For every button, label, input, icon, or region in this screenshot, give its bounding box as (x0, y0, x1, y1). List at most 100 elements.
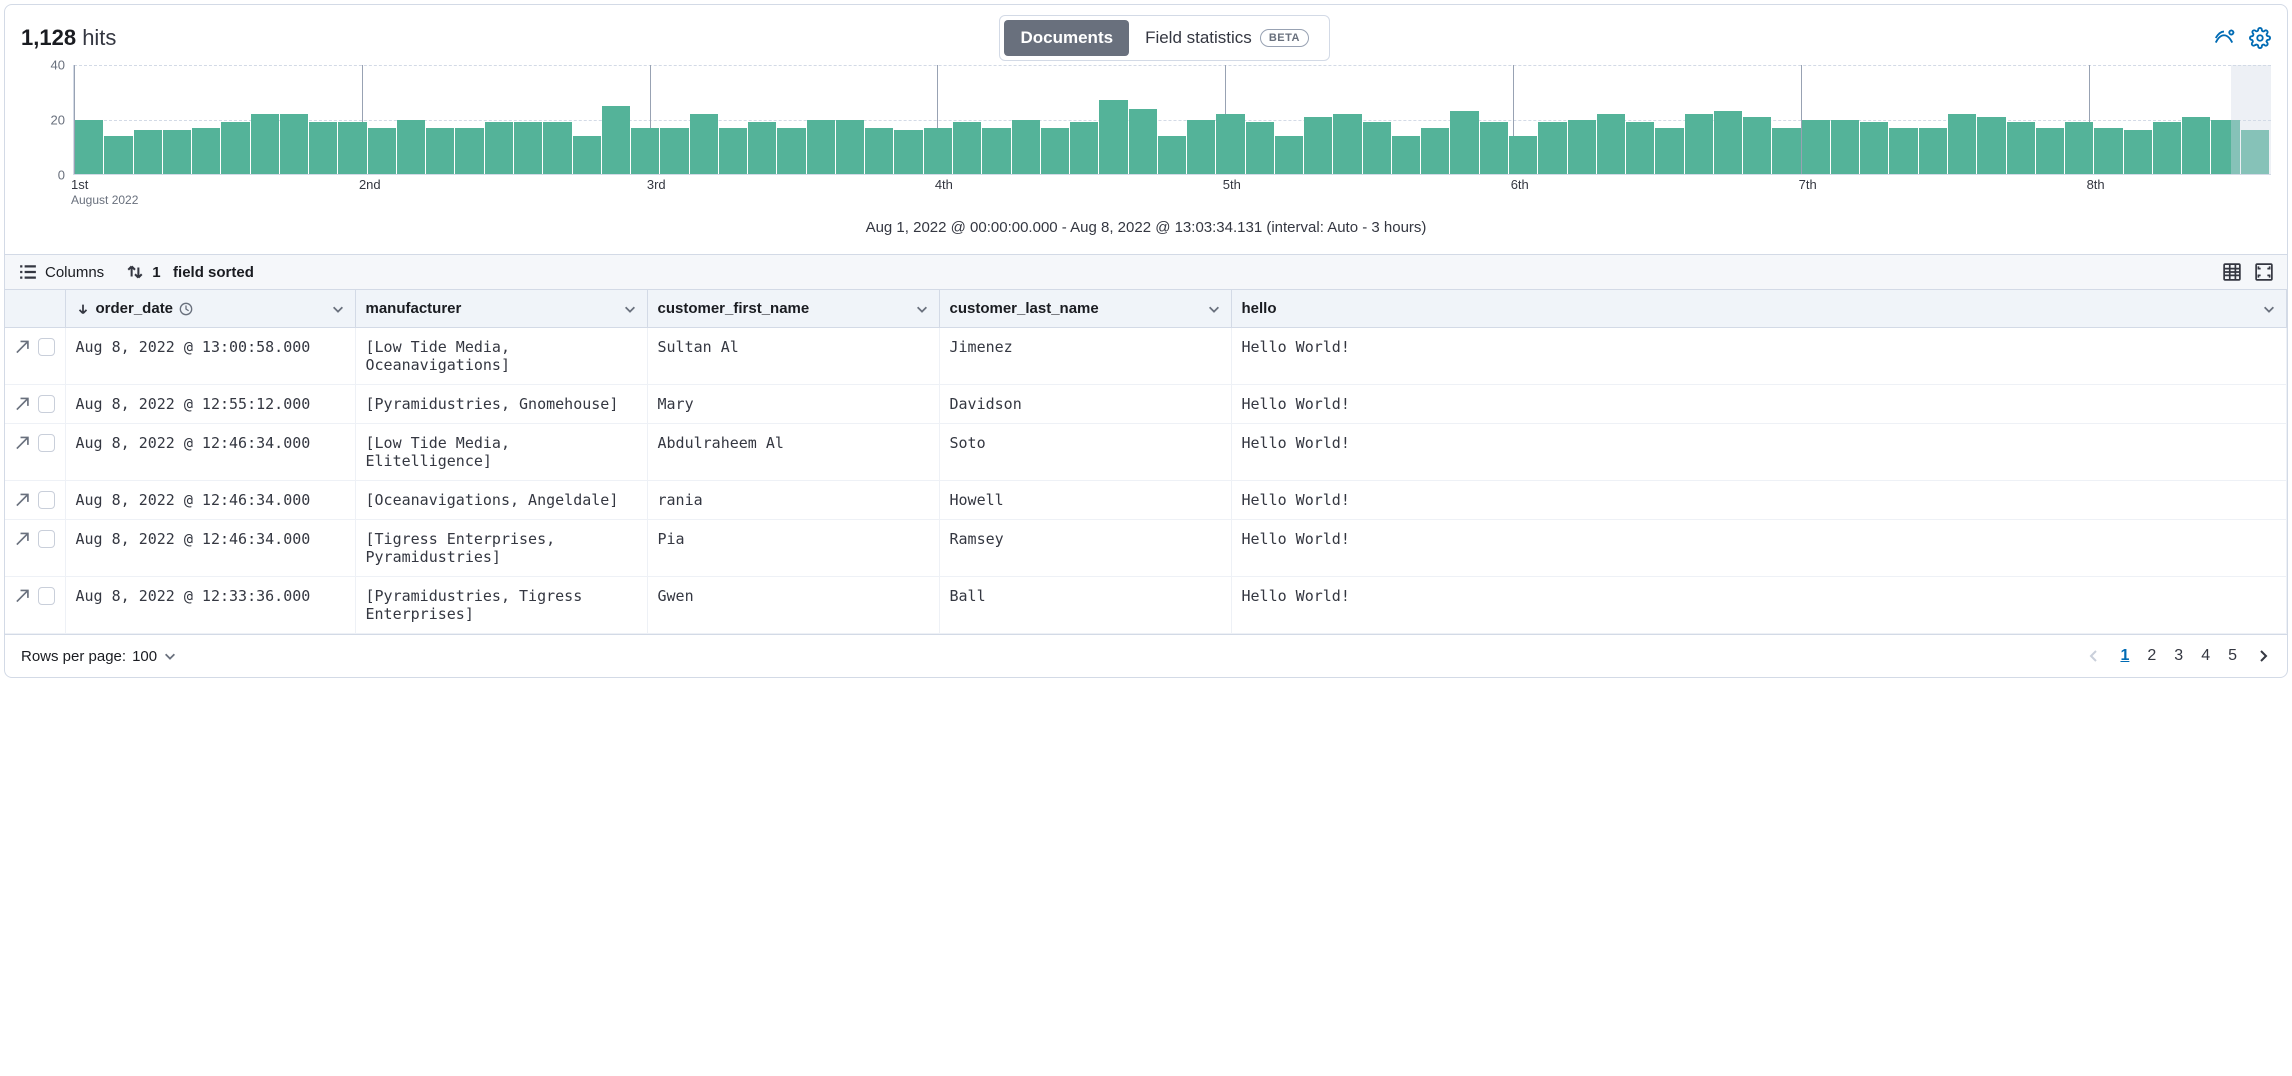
density-icon[interactable] (2223, 263, 2241, 281)
histogram-bar[interactable] (1392, 136, 1420, 174)
histogram-bar[interactable] (924, 128, 952, 174)
expand-icon[interactable] (15, 531, 30, 547)
chart-options-icon[interactable] (2213, 27, 2235, 49)
row-checkbox[interactable] (38, 587, 55, 605)
histogram-bar[interactable] (1802, 120, 1830, 175)
histogram-bar[interactable] (1421, 128, 1449, 174)
histogram-bar[interactable] (514, 122, 542, 174)
page-3[interactable]: 3 (2174, 647, 2183, 665)
histogram-bar[interactable] (1831, 120, 1859, 175)
histogram-bar[interactable] (426, 128, 454, 174)
histogram-bar[interactable] (690, 114, 718, 174)
histogram-bar[interactable] (455, 128, 483, 174)
page-5[interactable]: 5 (2228, 647, 2237, 665)
prev-page-icon[interactable] (2086, 648, 2102, 664)
expand-icon[interactable] (15, 492, 30, 508)
chevron-down-icon[interactable] (331, 302, 345, 316)
histogram-bar[interactable] (1304, 117, 1332, 174)
histogram-bar[interactable] (1099, 100, 1127, 174)
histogram-bar[interactable] (1977, 117, 2005, 174)
histogram-bar[interactable] (1714, 111, 1742, 174)
histogram-bar[interactable] (1070, 122, 1098, 174)
row-checkbox[interactable] (38, 338, 55, 356)
histogram-bar[interactable] (134, 130, 162, 174)
histogram-bar[interactable] (1158, 136, 1186, 174)
histogram-bar[interactable] (221, 122, 249, 174)
histogram-bar[interactable] (1626, 122, 1654, 174)
histogram-bar[interactable] (1450, 111, 1478, 174)
histogram-bar[interactable] (748, 122, 776, 174)
chart-plot[interactable] (73, 65, 2271, 175)
histogram-bar[interactable] (368, 128, 396, 174)
histogram-bar[interactable] (1129, 109, 1157, 174)
histogram-bar[interactable] (2094, 128, 2122, 174)
rows-per-page[interactable]: Rows per page: 100 (21, 648, 177, 665)
column-header-customer_first_name[interactable]: customer_first_name (647, 290, 939, 328)
histogram-bar[interactable] (1772, 128, 1800, 174)
histogram-bar[interactable] (338, 122, 366, 174)
settings-icon[interactable] (2249, 27, 2271, 49)
expand-icon[interactable] (15, 339, 30, 355)
histogram-bar[interactable] (719, 128, 747, 174)
histogram-bar[interactable] (2065, 122, 2093, 174)
column-header-order_date[interactable]: order_date (65, 290, 355, 328)
page-4[interactable]: 4 (2201, 647, 2210, 665)
histogram-bar[interactable] (1509, 136, 1537, 174)
histogram-bar[interactable] (104, 136, 132, 174)
expand-icon[interactable] (15, 396, 30, 412)
histogram-bar[interactable] (1568, 120, 1596, 175)
chevron-down-icon[interactable] (1207, 302, 1221, 316)
histogram-bar[interactable] (602, 106, 630, 174)
histogram-bar[interactable] (163, 130, 191, 174)
histogram-bar[interactable] (1187, 120, 1215, 175)
histogram-bar[interactable] (1919, 128, 1947, 174)
next-page-icon[interactable] (2255, 648, 2271, 664)
histogram-bar[interactable] (75, 120, 103, 175)
histogram-bar[interactable] (2007, 122, 2035, 174)
histogram-bar[interactable] (894, 130, 922, 174)
histogram-bar[interactable] (982, 128, 1010, 174)
histogram-bar[interactable] (953, 122, 981, 174)
columns-button[interactable]: Columns (19, 263, 104, 281)
sort-button[interactable]: 1 field sorted (126, 263, 254, 281)
histogram-bar[interactable] (2124, 130, 2152, 174)
histogram-bar[interactable] (192, 128, 220, 174)
histogram-bar[interactable] (1480, 122, 1508, 174)
expand-icon[interactable] (15, 588, 30, 604)
histogram-bar[interactable] (2182, 117, 2210, 174)
histogram-bar[interactable] (2153, 122, 2181, 174)
histogram-bar[interactable] (836, 120, 864, 175)
chevron-down-icon[interactable] (915, 302, 929, 316)
histogram-bar[interactable] (1041, 128, 1069, 174)
page-1[interactable]: 1 (2120, 647, 2129, 665)
tab-documents[interactable]: Documents (1004, 20, 1129, 56)
histogram-bar[interactable] (1538, 122, 1566, 174)
histogram-bar[interactable] (397, 120, 425, 175)
histogram-bar[interactable] (777, 128, 805, 174)
histogram-bar[interactable] (1597, 114, 1625, 174)
histogram-bar[interactable] (1275, 136, 1303, 174)
row-checkbox[interactable] (38, 395, 55, 413)
histogram-bar[interactable] (631, 128, 659, 174)
chevron-down-icon[interactable] (623, 302, 637, 316)
histogram-bar[interactable] (280, 114, 308, 174)
histogram-bar[interactable] (251, 114, 279, 174)
histogram-bar[interactable] (543, 122, 571, 174)
histogram-bar[interactable] (309, 122, 337, 174)
histogram-bar[interactable] (660, 128, 688, 174)
histogram-bar[interactable] (1012, 120, 1040, 175)
row-checkbox[interactable] (38, 530, 55, 548)
page-2[interactable]: 2 (2147, 647, 2156, 665)
histogram-bar[interactable] (1655, 128, 1683, 174)
column-header-customer_last_name[interactable]: customer_last_name (939, 290, 1231, 328)
row-checkbox[interactable] (38, 491, 55, 509)
histogram-bar[interactable] (1246, 122, 1274, 174)
histogram-bar[interactable] (1889, 128, 1917, 174)
row-checkbox[interactable] (38, 434, 55, 452)
column-header-hello[interactable]: hello (1231, 290, 2287, 328)
histogram-bar[interactable] (865, 128, 893, 174)
tab-field-statistics[interactable]: Field statistics BETA (1129, 20, 1325, 56)
histogram-bar[interactable] (573, 136, 601, 174)
column-header-manufacturer[interactable]: manufacturer (355, 290, 647, 328)
chevron-down-icon[interactable] (2262, 302, 2276, 316)
